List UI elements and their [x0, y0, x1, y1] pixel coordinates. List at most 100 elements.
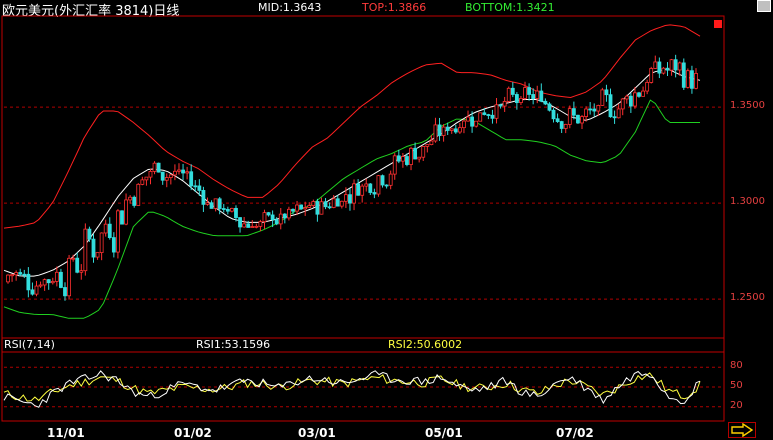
- price-tick-label: 1.3500: [730, 100, 765, 112]
- candle-body: [571, 108, 576, 116]
- candle-body: [189, 171, 194, 187]
- candle-body: [673, 59, 678, 71]
- candle-body: [63, 287, 67, 297]
- candle-body: [519, 98, 523, 104]
- candle-body: [87, 228, 92, 240]
- candle-body: [262, 212, 267, 223]
- candle-body: [181, 169, 185, 174]
- candle-body: [18, 272, 23, 275]
- candle-body: [299, 204, 304, 210]
- candle-body: [323, 201, 328, 208]
- candle-body: [75, 257, 80, 273]
- chart-frame: [1, 15, 725, 422]
- candle-body: [616, 108, 621, 119]
- candle-body: [282, 213, 287, 219]
- candle-body: [38, 284, 43, 287]
- candle-body: [624, 95, 629, 100]
- candle-body: [258, 221, 263, 227]
- candle-body: [67, 257, 71, 297]
- candle-body: [665, 67, 670, 71]
- rsi-indicator-label[interactable]: RSI(7,14): [4, 338, 55, 351]
- candle-body: [470, 116, 474, 127]
- candle-body: [628, 95, 633, 107]
- candle-body: [653, 61, 658, 69]
- date-tick-label: 05/01: [425, 426, 463, 440]
- candle-body: [392, 155, 397, 175]
- candle-body: [494, 104, 499, 119]
- candle-body: [107, 223, 112, 238]
- candle-body: [413, 147, 418, 160]
- candle-body: [339, 200, 344, 207]
- candle-body: [42, 279, 47, 286]
- candle-body: [286, 208, 291, 219]
- price-chart: [1, 15, 725, 422]
- candle-body: [396, 155, 401, 162]
- date-tick-label: 03/01: [298, 426, 336, 440]
- candle-body: [685, 70, 690, 88]
- candle-body: [364, 183, 369, 187]
- candle-body: [168, 174, 173, 178]
- candle-body: [449, 128, 454, 131]
- candle-body: [164, 177, 169, 181]
- candle-body: [457, 127, 462, 133]
- candle-body: [217, 198, 222, 209]
- candle-body: [6, 274, 10, 283]
- candle-body: [319, 201, 324, 215]
- candle-body: [22, 273, 27, 276]
- arrow-right-icon: [731, 423, 754, 437]
- candle-body: [59, 271, 63, 288]
- candle-body: [612, 116, 617, 119]
- scroll-next-button[interactable]: [728, 422, 756, 438]
- candle-body: [46, 279, 51, 284]
- candle-body: [620, 98, 625, 110]
- rsi-tick-label: 50: [730, 380, 743, 391]
- candle-body: [274, 219, 279, 225]
- candle-body: [466, 116, 470, 122]
- candle-body: [433, 124, 438, 142]
- candle-body: [246, 223, 251, 228]
- candle-body: [356, 183, 361, 196]
- candle-body: [409, 147, 413, 165]
- candle-body: [604, 89, 609, 96]
- candle-body: [429, 140, 434, 146]
- candle-body: [205, 202, 210, 205]
- candle-body: [30, 289, 35, 295]
- candle-body: [576, 114, 580, 124]
- date-tick-label: 07/02: [556, 426, 594, 440]
- candle-body: [79, 270, 84, 273]
- candle-body: [669, 59, 674, 71]
- candle-body: [156, 162, 161, 173]
- candle-body: [580, 116, 584, 124]
- candle-body: [270, 214, 275, 221]
- candle-body: [645, 82, 650, 92]
- candle-body: [266, 212, 271, 216]
- candle-body: [531, 94, 536, 99]
- date-tick-label: 01/02: [174, 426, 212, 440]
- rsi2-value: RSI2:50.6002: [388, 338, 463, 351]
- candle-body: [225, 208, 230, 212]
- lower-band-line: [3, 99, 700, 319]
- candle-body: [478, 112, 483, 122]
- price-tick-label: 1.3000: [730, 196, 765, 208]
- candle-body: [10, 274, 14, 277]
- candle-body: [441, 126, 446, 136]
- candle-body: [405, 156, 409, 165]
- middle-band-line: [3, 68, 701, 277]
- candle-body: [547, 103, 552, 111]
- candle-body: [641, 90, 645, 97]
- candle-body: [303, 207, 308, 210]
- candle-body: [360, 185, 365, 196]
- candle-body: [250, 226, 255, 228]
- rsi1-value: RSI1:53.1596: [196, 338, 271, 351]
- candle-body: [482, 112, 487, 115]
- candle-body: [527, 87, 531, 95]
- candle-body: [132, 196, 137, 206]
- candle-body: [315, 201, 320, 215]
- candle-body: [523, 87, 527, 99]
- candle-body: [462, 120, 466, 129]
- candle-body: [474, 120, 479, 127]
- candle-body: [555, 118, 560, 122]
- candle-body: [506, 87, 511, 102]
- candle-body: [417, 156, 422, 160]
- candle-body: [116, 210, 120, 253]
